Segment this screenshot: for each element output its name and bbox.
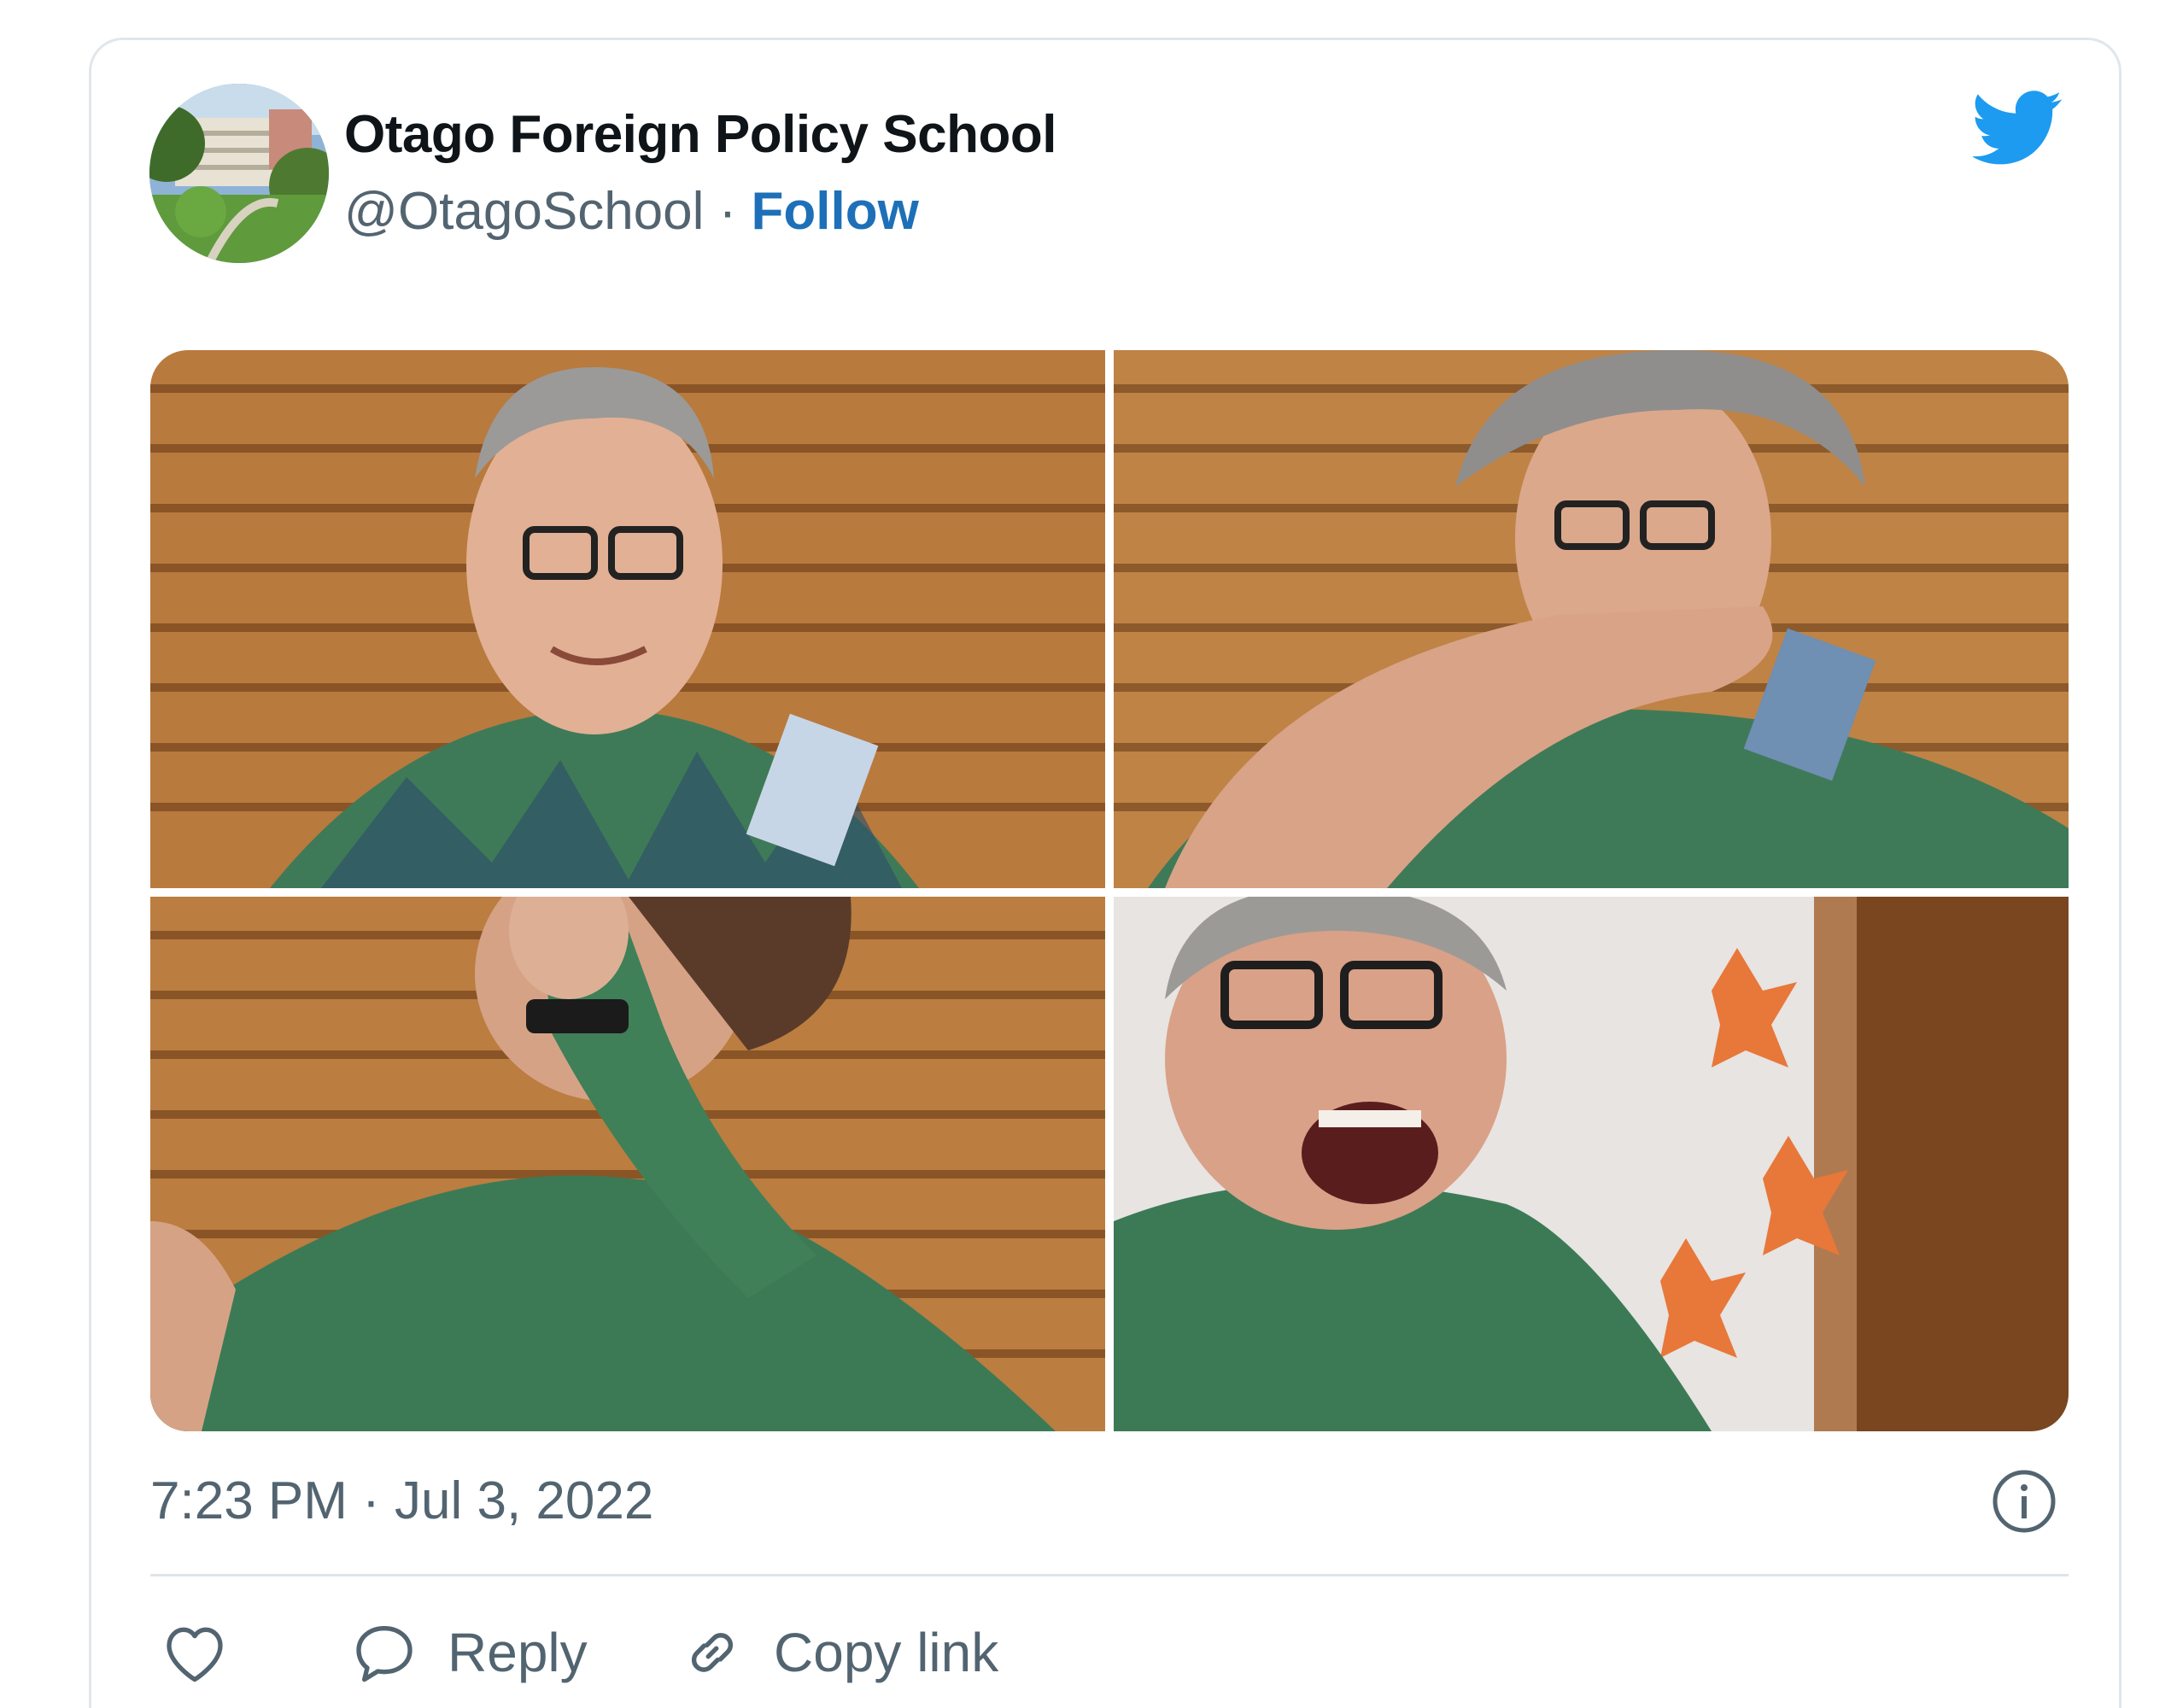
handle-row: @OtagoSchool · Follow [344,181,919,242]
photo-2[interactable] [1114,350,2069,888]
follow-button[interactable]: Follow [752,182,919,241]
copy-link-label: Copy link [774,1622,999,1683]
author-handle[interactable]: @OtagoSchool [344,182,704,241]
twitter-bird-icon[interactable] [1971,89,2063,167]
heart-icon [167,1627,223,1682]
link-icon [691,1633,734,1672]
copy-link-button[interactable]: Copy link [680,1606,998,1699]
reply-label: Reply [448,1622,588,1683]
speech-bubble-icon [356,1625,413,1682]
like-button[interactable] [161,1606,229,1699]
reply-button[interactable]: Reply [350,1606,588,1699]
avatar[interactable] [149,84,329,263]
media-grid [150,350,2069,1431]
author-name[interactable]: Otago Foreign Policy School [344,104,1056,165]
info-icon[interactable] [1990,1467,2058,1535]
photo-1[interactable] [150,350,1105,888]
photo-3[interactable] [150,897,1105,1431]
handle-separator: · [704,182,752,241]
divider [150,1574,2069,1576]
tweet-timestamp[interactable]: 7:23 PM · Jul 3, 2022 [150,1471,653,1531]
photo-4[interactable] [1114,897,2069,1431]
